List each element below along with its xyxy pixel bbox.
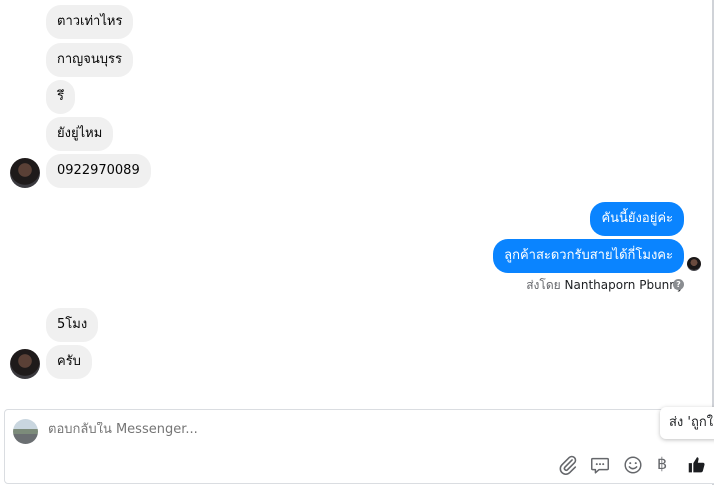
baht-icon[interactable]: ฿: [657, 454, 667, 473]
incoming-message: 5โมง: [46, 308, 99, 342]
smiley-icon[interactable]: [622, 454, 644, 476]
message-composer: ฿: [4, 409, 714, 484]
sent-by-name[interactable]: Nanthaporn Pbunny: [565, 278, 684, 292]
sender-avatar[interactable]: [10, 158, 40, 188]
thumbs-up-icon[interactable]: [686, 454, 708, 476]
sent-by-label: ส่งโดย Nanthaporn Pbunny: [526, 276, 684, 295]
sent-by-prefix: ส่งโดย: [526, 278, 561, 292]
page-avatar: [13, 419, 38, 444]
outgoing-message: ลูกค้าสะดวกรับสายได้กี่โมงคะ: [493, 239, 684, 273]
question-icon[interactable]: ?: [673, 279, 684, 290]
incoming-message: กาญจนบุรร: [46, 43, 133, 77]
incoming-message: ครับ: [46, 345, 92, 379]
paperclip-icon[interactable]: [557, 454, 579, 476]
seen-avatar: [687, 257, 701, 271]
incoming-message: ยังยู่ไหม: [46, 117, 114, 151]
outgoing-message: คันนี้ยังอยู่ค่ะ: [590, 202, 684, 236]
reply-input[interactable]: [48, 422, 568, 437]
sender-avatar[interactable]: [10, 349, 40, 379]
chat-bubble-icon[interactable]: [589, 454, 611, 476]
incoming-message: รึ: [46, 80, 75, 114]
incoming-message: 0922970089: [46, 154, 151, 188]
like-tooltip: ส่ง 'ถูกใจ': [660, 407, 714, 439]
incoming-message: ตาวเท่าไหร: [46, 5, 134, 39]
